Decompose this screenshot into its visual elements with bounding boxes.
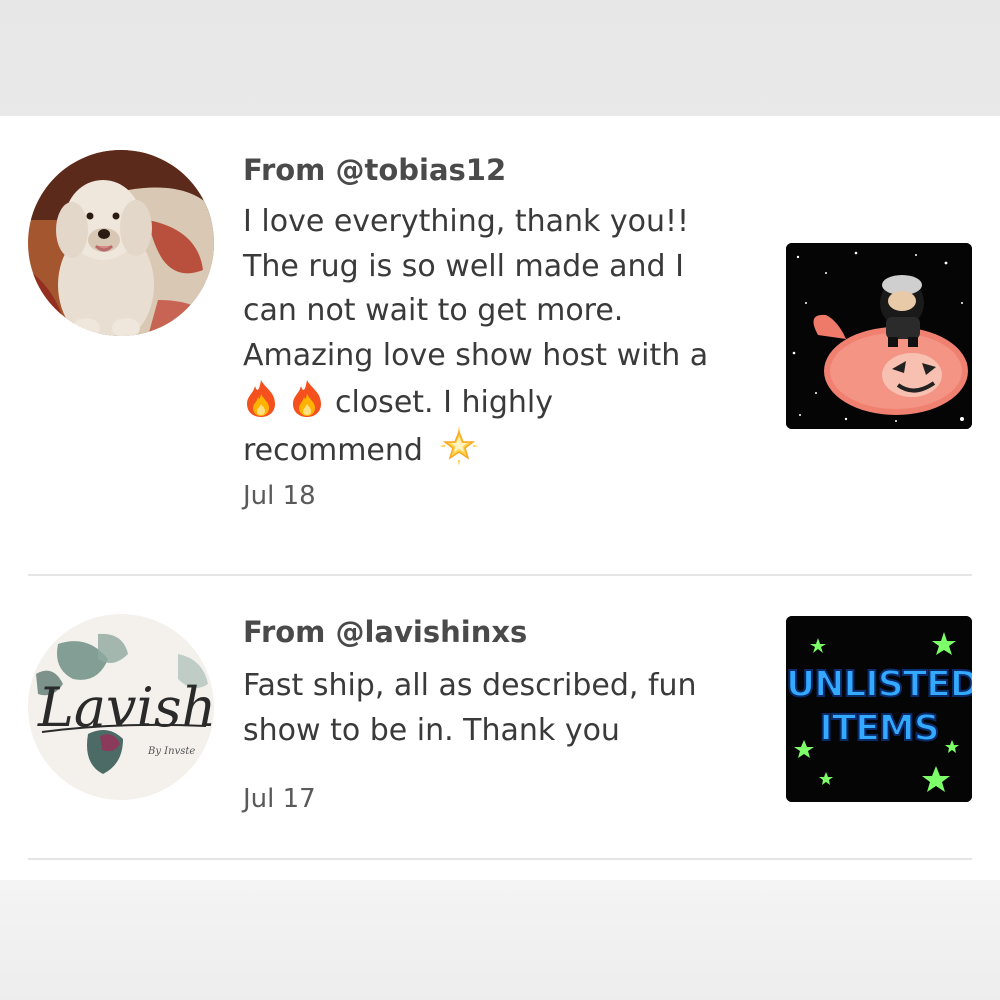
review-text: I love everything, thank you!! The rug i… — [243, 200, 753, 473]
thumbnail-text-items: ITEMS — [818, 707, 940, 750]
review-text-line: show to be in. Thank you — [243, 712, 620, 748]
review-divider — [28, 858, 972, 860]
review-text-line: I love everything, thank you!! — [243, 204, 690, 239]
glowing-star-icon — [438, 425, 479, 466]
fire-icon — [243, 378, 279, 418]
reviewer-username[interactable]: From @lavishinxs — [243, 614, 527, 650]
review-text-line-with-emoji: recommend — [243, 425, 753, 474]
page-background-bottom — [0, 880, 1000, 1000]
pink-rug-photo — [786, 243, 972, 429]
reviewer-avatar[interactable]: Lavish By Invste — [28, 614, 214, 800]
review-date: Jul 17 — [243, 784, 316, 814]
lavish-logo-image: Lavish By Invste — [28, 614, 214, 800]
fire-icon — [289, 378, 325, 418]
review-text-line: can not wait to get more. — [243, 293, 624, 328]
review-text-line-with-emoji: closet. I highly — [243, 378, 753, 426]
listing-thumbnail[interactable] — [786, 243, 972, 429]
review-text-line: The rug is so well made and I — [243, 248, 684, 284]
reviews-card: From @tobias12 I love everything, thank … — [0, 116, 1000, 880]
dog-photo — [28, 150, 214, 336]
listing-thumbnail[interactable]: UNLISTED ITEMS — [786, 616, 972, 802]
review-text: Fast ship, all as described, fun show to… — [243, 664, 753, 753]
avatar-logo-small-text: By Invste — [147, 746, 195, 757]
review-date: Jul 18 — [243, 481, 316, 511]
reviewer-avatar[interactable] — [28, 150, 214, 336]
review-text-line-part: closet. I highly — [335, 385, 553, 420]
thumbnail-text-unlisted: UNLISTED — [786, 663, 972, 706]
reviewer-username[interactable]: From @tobias12 — [243, 152, 506, 188]
review-text-line: Amazing love show host with a — [243, 337, 709, 373]
review-item: Lavish By Invste From @lavishinxs Fast s… — [0, 574, 1000, 880]
review-item: From @tobias12 I love everything, thank … — [0, 116, 1000, 574]
review-text-line: Fast ship, all as described, fun — [243, 668, 697, 703]
review-text-line-part: recommend — [243, 432, 423, 468]
